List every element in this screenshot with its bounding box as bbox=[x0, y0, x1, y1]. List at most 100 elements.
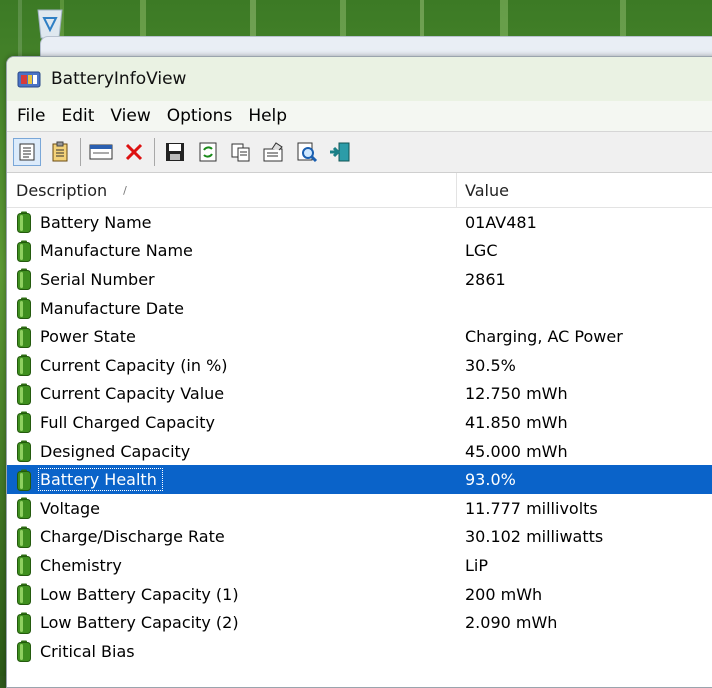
table-row[interactable]: Battery Name 01AV481 bbox=[7, 208, 712, 237]
exit-button[interactable] bbox=[326, 138, 354, 166]
delete-button[interactable] bbox=[120, 138, 148, 166]
table-row[interactable]: Current Capacity (in %) 30.5% bbox=[7, 351, 712, 380]
batteryinfoview-window: BatteryInfoView File Edit View Options H… bbox=[6, 56, 712, 688]
battery-icon bbox=[17, 526, 31, 548]
advanced-options-button[interactable] bbox=[87, 138, 115, 166]
row-description: Battery Health bbox=[38, 468, 163, 492]
row-description-cell: Critical Bias bbox=[7, 640, 456, 663]
menu-edit[interactable]: Edit bbox=[53, 106, 102, 126]
toolbar-separator bbox=[80, 138, 81, 166]
table-row[interactable]: Voltage 11.777 millivolts bbox=[7, 494, 712, 523]
row-description-cell: Power State bbox=[7, 326, 456, 348]
row-description: Manufacture Name bbox=[40, 241, 193, 261]
menu-options[interactable]: Options bbox=[159, 106, 241, 126]
row-value: Charging, AC Power bbox=[465, 327, 623, 347]
row-value: 11.777 millivolts bbox=[465, 498, 598, 518]
menu-view[interactable]: View bbox=[102, 106, 158, 126]
row-description: Voltage bbox=[40, 498, 101, 518]
sort-ascending-icon: / bbox=[123, 183, 127, 197]
row-description-cell: Full Charged Capacity bbox=[7, 411, 456, 434]
battery-app-icon bbox=[17, 71, 41, 88]
row-description: Low Battery Capacity (1) bbox=[40, 584, 239, 604]
row-value: 30.102 milliwatts bbox=[465, 527, 604, 547]
row-description: Charge/Discharge Rate bbox=[40, 527, 225, 547]
column-header-description-label: Description bbox=[16, 180, 108, 200]
row-value: 2.090 mWh bbox=[465, 613, 558, 633]
properties-icon bbox=[263, 142, 283, 162]
row-description-cell: Chemistry bbox=[7, 554, 456, 577]
row-description: Low Battery Capacity (2) bbox=[40, 613, 239, 633]
title-bar[interactable]: BatteryInfoView bbox=[7, 57, 712, 101]
battery-icon bbox=[17, 297, 31, 320]
properties-button[interactable] bbox=[260, 138, 288, 166]
advanced-options-icon bbox=[89, 144, 113, 160]
copy-icon bbox=[231, 143, 250, 162]
table-row[interactable]: Current Capacity Value 12.750 mWh bbox=[7, 380, 712, 409]
table-row[interactable]: Battery Health 93.0% bbox=[7, 465, 712, 494]
properties-list-button[interactable] bbox=[46, 138, 74, 166]
battery-icon bbox=[17, 554, 31, 577]
menu-bar: File Edit View Options Help bbox=[7, 101, 712, 131]
battery-icon bbox=[17, 383, 31, 405]
row-value: 30.5% bbox=[465, 355, 516, 375]
window-title: BatteryInfoView bbox=[51, 69, 187, 89]
battery-icon bbox=[17, 440, 31, 463]
column-header-description[interactable]: Description / bbox=[7, 173, 457, 207]
column-header-value-label: Value bbox=[465, 180, 509, 200]
column-header-value[interactable]: Value bbox=[457, 173, 712, 207]
row-description-cell: Current Capacity Value bbox=[7, 383, 456, 405]
properties-list-icon bbox=[52, 141, 68, 162]
row-description: Critical Bias bbox=[40, 641, 135, 661]
html-report-button[interactable] bbox=[13, 138, 41, 166]
battery-icon bbox=[17, 354, 31, 377]
table-row[interactable]: Chemistry LiP bbox=[7, 551, 712, 580]
table-row[interactable]: Designed Capacity 45.000 mWh bbox=[7, 437, 712, 466]
toolbar bbox=[7, 131, 712, 173]
find-button[interactable] bbox=[293, 138, 321, 166]
battery-icon bbox=[17, 411, 31, 434]
battery-icon bbox=[17, 240, 31, 262]
row-description-cell: Manufacture Date bbox=[7, 297, 456, 320]
recycle-bin-icon[interactable] bbox=[30, 4, 70, 40]
copy-button[interactable] bbox=[227, 138, 255, 166]
save-icon bbox=[166, 143, 184, 161]
row-description-cell: Designed Capacity bbox=[7, 440, 456, 463]
row-value: 41.850 mWh bbox=[465, 412, 568, 432]
row-description: Serial Number bbox=[40, 269, 155, 289]
row-description-cell: Battery Health bbox=[7, 468, 456, 492]
battery-icon bbox=[17, 268, 31, 291]
table-row[interactable]: Charge/Discharge Rate 30.102 milliwatts bbox=[7, 523, 712, 552]
table-row[interactable]: Power State Charging, AC Power bbox=[7, 322, 712, 351]
table-row[interactable]: Full Charged Capacity 41.850 mWh bbox=[7, 408, 712, 437]
refresh-button[interactable] bbox=[194, 138, 222, 166]
table-row[interactable]: Low Battery Capacity (1) 200 mWh bbox=[7, 580, 712, 609]
row-description-cell: Serial Number bbox=[7, 268, 456, 291]
toolbar-separator bbox=[154, 138, 155, 166]
battery-icon bbox=[17, 211, 31, 234]
battery-icon bbox=[17, 326, 31, 348]
menu-help[interactable]: Help bbox=[240, 106, 295, 126]
row-description-cell: Battery Name bbox=[7, 211, 456, 234]
row-description-cell: Low Battery Capacity (1) bbox=[7, 583, 456, 606]
row-description: Full Charged Capacity bbox=[40, 412, 216, 432]
row-description: Current Capacity (in %) bbox=[40, 355, 228, 375]
battery-icon bbox=[17, 612, 31, 634]
row-description-cell: Voltage bbox=[7, 497, 456, 520]
battery-icon bbox=[17, 583, 31, 606]
row-description: Power State bbox=[40, 327, 136, 347]
table-row[interactable]: Critical Bias bbox=[7, 637, 712, 666]
table-row[interactable]: Low Battery Capacity (2) 2.090 mWh bbox=[7, 608, 712, 637]
row-description-cell: Current Capacity (in %) bbox=[7, 354, 456, 377]
save-button[interactable] bbox=[161, 138, 189, 166]
delete-icon bbox=[125, 143, 143, 161]
battery-icon bbox=[17, 469, 31, 491]
table-row[interactable]: Manufacture Date bbox=[7, 294, 712, 323]
table-row[interactable]: Serial Number 2861 bbox=[7, 265, 712, 294]
row-value: 2861 bbox=[465, 269, 506, 289]
row-value: LGC bbox=[465, 241, 498, 261]
table-row[interactable]: Manufacture Name LGC bbox=[7, 237, 712, 266]
row-description: Current Capacity Value bbox=[40, 384, 225, 404]
menu-file[interactable]: File bbox=[9, 106, 53, 126]
refresh-icon bbox=[199, 142, 217, 162]
row-value: 01AV481 bbox=[465, 212, 537, 232]
